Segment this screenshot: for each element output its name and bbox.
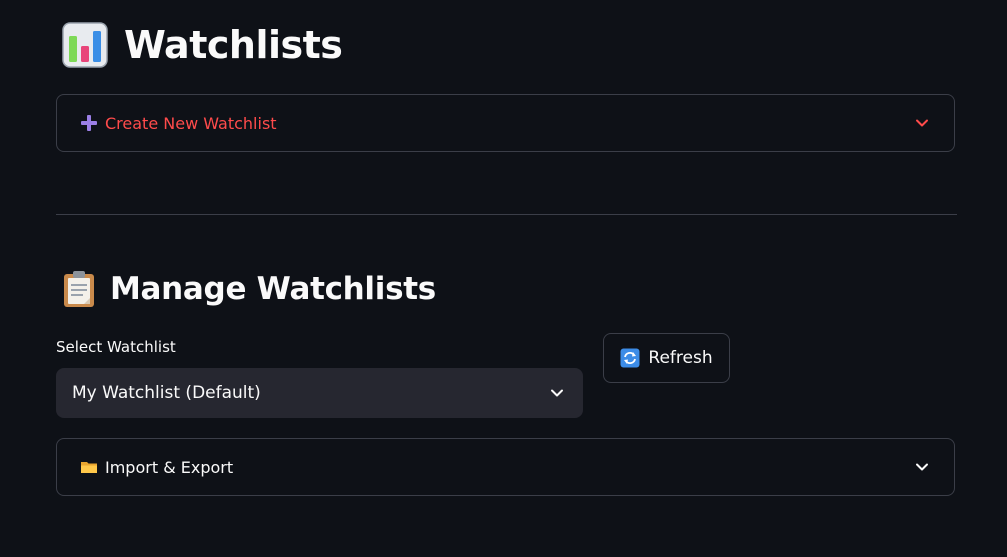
refresh-icon: [620, 348, 640, 368]
bar-chart-icon: [62, 22, 108, 68]
chevron-down-icon: [916, 463, 928, 471]
create-watchlist-label: Create New Watchlist: [105, 113, 277, 133]
watchlist-select[interactable]: My Watchlist (Default): [56, 368, 583, 418]
plus-icon: [81, 115, 97, 131]
manage-title: Manage Watchlists: [110, 271, 436, 307]
import-export-label: Import & Export: [105, 457, 234, 477]
refresh-button-label: Refresh: [648, 348, 713, 368]
import-export-expander[interactable]: Import & Export: [56, 438, 955, 496]
select-watchlist-label: Select Watchlist: [56, 338, 176, 356]
clipboard-icon: [64, 271, 94, 307]
page-header: Watchlists: [62, 22, 343, 68]
watchlist-select-value: My Watchlist (Default): [72, 383, 261, 403]
folder-icon: [81, 462, 97, 473]
chevron-down-icon: [551, 389, 563, 397]
create-watchlist-expander[interactable]: Create New Watchlist: [56, 94, 955, 152]
section-divider: [56, 214, 957, 215]
manage-header: Manage Watchlists: [62, 270, 436, 308]
page-title: Watchlists: [124, 23, 343, 67]
chevron-down-icon: [916, 119, 928, 127]
refresh-button[interactable]: Refresh: [603, 333, 730, 383]
watchlists-page: Watchlists Create New Watchlist Manage W…: [0, 0, 1007, 557]
